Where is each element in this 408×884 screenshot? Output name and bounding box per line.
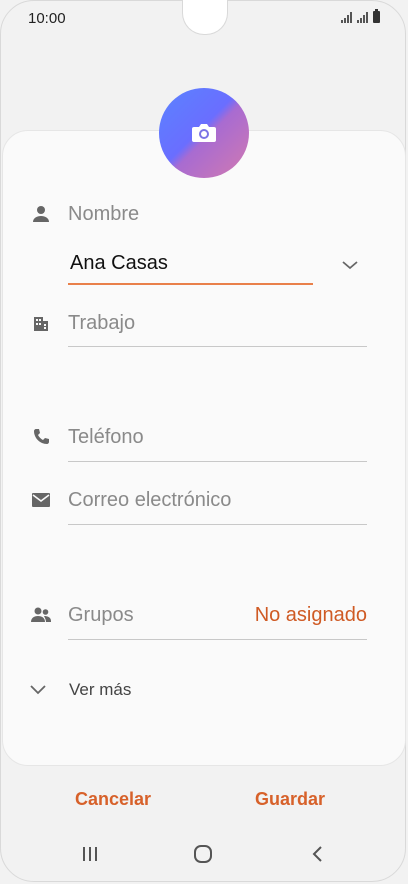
add-photo-button[interactable] xyxy=(159,88,249,178)
name-input-underline xyxy=(68,283,313,285)
building-icon xyxy=(30,313,52,335)
email-underline xyxy=(68,524,367,525)
group-icon xyxy=(30,604,52,626)
phone-icon xyxy=(30,426,52,448)
person-icon xyxy=(30,203,52,225)
chevron-down-icon xyxy=(29,683,47,701)
chevron-down-icon xyxy=(342,261,358,270)
camera-icon xyxy=(192,124,216,142)
home-button[interactable] xyxy=(192,844,214,864)
phone-underline xyxy=(68,461,367,462)
signal-icon-2 xyxy=(357,11,368,23)
save-button[interactable]: Guardar xyxy=(255,789,325,810)
contact-form-card xyxy=(2,130,406,766)
name-label: Nombre xyxy=(68,203,140,225)
signal-icon xyxy=(341,11,352,23)
email-icon xyxy=(30,489,52,511)
groups-value-button[interactable]: No asignado xyxy=(255,604,367,627)
work-field[interactable]: Trabajo xyxy=(68,312,135,335)
cancel-button[interactable]: Cancelar xyxy=(75,789,151,810)
battery-icon xyxy=(373,9,380,23)
status-icons xyxy=(341,9,380,23)
back-button[interactable] xyxy=(308,844,328,864)
recent-apps-icon xyxy=(83,847,97,861)
expand-name-button[interactable] xyxy=(341,258,359,276)
back-icon xyxy=(312,846,322,862)
groups-label: Grupos xyxy=(68,604,134,626)
status-time: 10:00 xyxy=(28,10,66,27)
phone-field[interactable]: Teléfono xyxy=(68,426,144,449)
status-bar: 10:00 xyxy=(0,0,408,38)
groups-underline xyxy=(68,639,367,640)
email-field[interactable]: Correo electrónico xyxy=(68,489,231,512)
recent-apps-button[interactable] xyxy=(80,844,100,864)
show-more-button[interactable]: Ver más xyxy=(69,680,131,700)
name-input[interactable]: Ana Casas xyxy=(70,252,168,275)
navigation-bar xyxy=(0,836,408,876)
home-icon xyxy=(194,845,212,863)
work-underline xyxy=(68,346,367,347)
